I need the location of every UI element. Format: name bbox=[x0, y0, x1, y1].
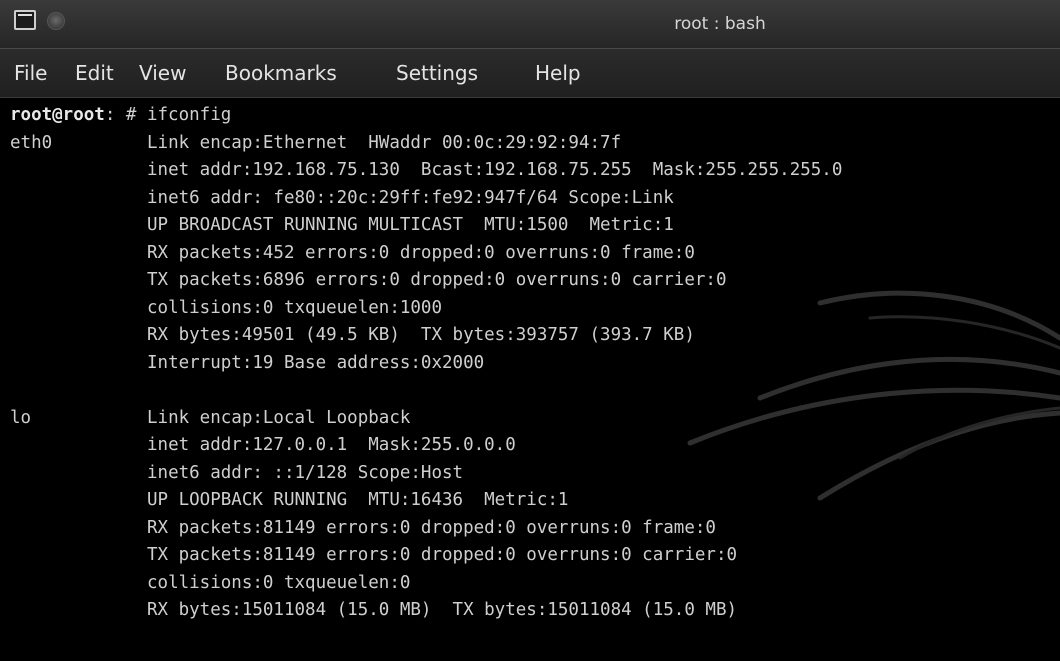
title-bar[interactable]: root : bash bbox=[0, 0, 1060, 49]
output-text: UP BROADCAST RUNNING MULTICAST MTU:1500 … bbox=[147, 215, 674, 235]
menu-settings[interactable]: Settings bbox=[396, 61, 478, 85]
terminal-window: root : bash File Edit View Bookmarks Set… bbox=[0, 0, 1060, 661]
output-line: eth0 Link encap:Ethernet HWaddr 00:0c:29:… bbox=[10, 130, 621, 158]
output-line: Interrupt:19 Base address:0x2000 bbox=[10, 350, 484, 378]
output-line: inet6 addr: fe80::20c:29ff:fe92:947f/64 … bbox=[10, 185, 674, 213]
output-text: collisions:0 txqueuelen:1000 bbox=[147, 297, 443, 318]
terminal-lines: root@root: # ifconfig eth0 Link encap:Eth… bbox=[10, 102, 842, 625]
output-text: UP LOOPBACK RUNNING MTU:16436 Metric:1 bbox=[147, 490, 569, 510]
output-text: inet addr:192.168.75.130 Bcast:192.168.7… bbox=[147, 160, 843, 180]
output-text: Interrupt:19 Base address:0x2000 bbox=[147, 352, 485, 373]
menu-help[interactable]: Help bbox=[535, 61, 581, 85]
menu-edit[interactable]: Edit bbox=[75, 61, 114, 85]
output-line: RX packets:81149 errors:0 dropped:0 over… bbox=[10, 515, 716, 543]
prompt-symbol: : # bbox=[104, 105, 147, 125]
output-text: Link encap:Local Loopback bbox=[147, 407, 411, 428]
output-text: collisions:0 txqueuelen:0 bbox=[147, 572, 411, 593]
output-line: UP LOOPBACK RUNNING MTU:16436 Metric:1 bbox=[10, 487, 568, 515]
output-line: collisions:0 txqueuelen:1000 bbox=[10, 295, 442, 323]
output-line: inet addr:127.0.0.1 Mask:255.0.0.0 bbox=[10, 432, 516, 460]
menu-file[interactable]: File bbox=[14, 61, 47, 85]
menu-view[interactable]: View bbox=[139, 61, 186, 85]
output-text: RX packets:81149 errors:0 dropped:0 over… bbox=[147, 517, 716, 538]
output-line: lo Link encap:Local Loopback bbox=[10, 405, 410, 433]
menu-bookmarks[interactable]: Bookmarks bbox=[225, 61, 337, 85]
output-line: inet6 addr: ::1/128 Scope:Host bbox=[10, 460, 463, 488]
output-line: collisions:0 txqueuelen:0 bbox=[10, 570, 410, 598]
output-text: inet6 addr: fe80::20c:29ff:fe92:947f/64 … bbox=[147, 187, 674, 208]
prompt-line: root@root: # ifconfig bbox=[10, 102, 231, 130]
interface-name: eth0 bbox=[10, 132, 53, 153]
output-line: RX packets:452 errors:0 dropped:0 overru… bbox=[10, 240, 695, 268]
output-line: TX packets:81149 errors:0 dropped:0 over… bbox=[10, 542, 737, 570]
output-line: inet addr:192.168.75.130 Bcast:192.168.7… bbox=[10, 157, 842, 185]
window-title: root : bash bbox=[674, 14, 766, 34]
output-text: inet addr:127.0.0.1 Mask:255.0.0.0 bbox=[147, 435, 516, 455]
output-text: inet6 addr: ::1/128 Scope:Host bbox=[147, 462, 464, 483]
output-line: RX bytes:49501 (49.5 KB) TX bytes:393757… bbox=[10, 322, 695, 350]
interface-name: lo bbox=[10, 407, 32, 428]
prompt-user: root@root bbox=[10, 105, 105, 125]
terminal-output-area[interactable]: root@root: # ifconfig eth0 Link encap:Eth… bbox=[0, 98, 1060, 661]
output-line: RX bytes:15011084 (15.0 MB) TX bytes:150… bbox=[10, 597, 737, 625]
output-text: TX packets:81149 errors:0 dropped:0 over… bbox=[147, 545, 738, 565]
menu-bar: File Edit View Bookmarks Settings Help bbox=[0, 49, 1060, 98]
output-text: RX bytes:49501 (49.5 KB) TX bytes:393757… bbox=[147, 325, 695, 345]
output-text: RX packets:452 errors:0 dropped:0 overru… bbox=[147, 242, 695, 263]
output-text: TX packets:6896 errors:0 dropped:0 overr… bbox=[147, 270, 727, 290]
output-line: UP BROADCAST RUNNING MULTICAST MTU:1500 … bbox=[10, 212, 674, 240]
output-line: TX packets:6896 errors:0 dropped:0 overr… bbox=[10, 267, 726, 295]
output-text: RX bytes:15011084 (15.0 MB) TX bytes:150… bbox=[147, 600, 738, 620]
command-text: ifconfig bbox=[146, 105, 232, 125]
output-text: Link encap:Ethernet HWaddr 00:0c:29:92:9… bbox=[147, 132, 622, 153]
